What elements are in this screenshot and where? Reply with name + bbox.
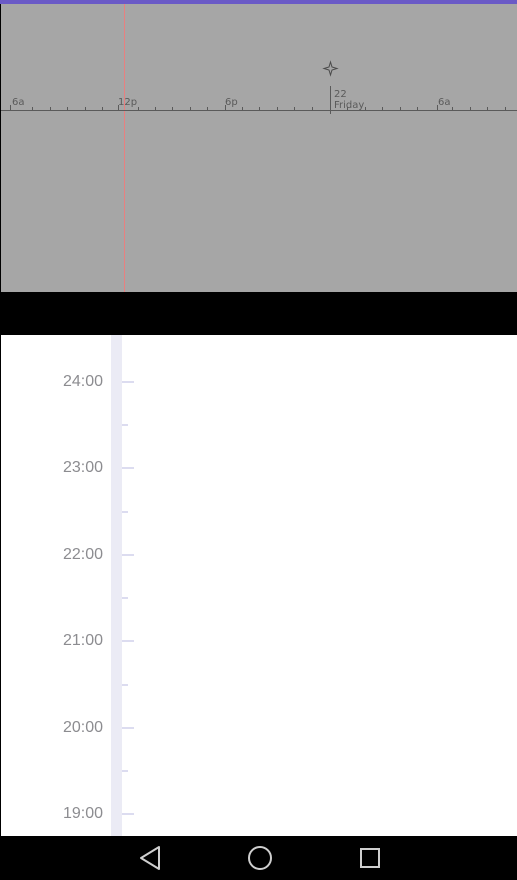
half-hour-tick <box>122 684 128 686</box>
half-hour-tick <box>122 511 128 513</box>
panel-divider <box>0 292 517 335</box>
half-hour-tick <box>122 597 128 599</box>
tick-label-6a-next: 6a <box>438 97 451 108</box>
day-label-number: 22 <box>334 89 347 100</box>
half-hour-tick <box>122 770 128 772</box>
recents-button[interactable] <box>346 840 394 876</box>
tick-label-6p: 6p <box>225 97 238 108</box>
app-screen: 6a 12p 6p 22 Friday 6a 24:00 23:00 22:00… <box>0 0 517 880</box>
timeline-minor-ticks <box>10 105 506 110</box>
home-button[interactable] <box>236 840 284 876</box>
hour-tick <box>122 381 134 383</box>
hour-rail[interactable] <box>111 335 122 836</box>
hour-tick <box>122 554 134 556</box>
hour-label-24: 24:00 <box>62 373 103 390</box>
hour-tick <box>122 467 134 469</box>
sparkle-marker-icon[interactable] <box>322 60 339 77</box>
hour-scale-panel[interactable]: 24:00 23:00 22:00 21:00 20:00 19:00 <box>1 335 517 836</box>
home-circle-icon <box>248 846 272 870</box>
tick-label-12p: 12p <box>118 97 137 108</box>
hour-label-23: 23:00 <box>62 459 103 476</box>
hour-label-20: 20:00 <box>62 719 103 736</box>
recents-square-icon <box>360 848 380 868</box>
timeline-panel[interactable]: 6a 12p 6p 22 Friday 6a <box>1 4 517 292</box>
day-label-name: Friday <box>334 100 364 111</box>
half-hour-tick <box>122 424 128 426</box>
hour-tick <box>122 727 134 729</box>
hour-tick <box>122 813 134 815</box>
hour-label-22: 22:00 <box>62 546 103 563</box>
hour-label-21: 21:00 <box>62 632 103 649</box>
timeline-svg: 6a 12p 6p 22 Friday 6a <box>1 4 517 292</box>
back-button[interactable] <box>126 840 174 876</box>
back-triangle-icon <box>140 846 160 870</box>
tick-label-6a: 6a <box>12 97 25 108</box>
hour-label-19: 19:00 <box>62 805 103 822</box>
hour-tick <box>122 640 134 642</box>
system-nav-bar <box>0 836 517 880</box>
